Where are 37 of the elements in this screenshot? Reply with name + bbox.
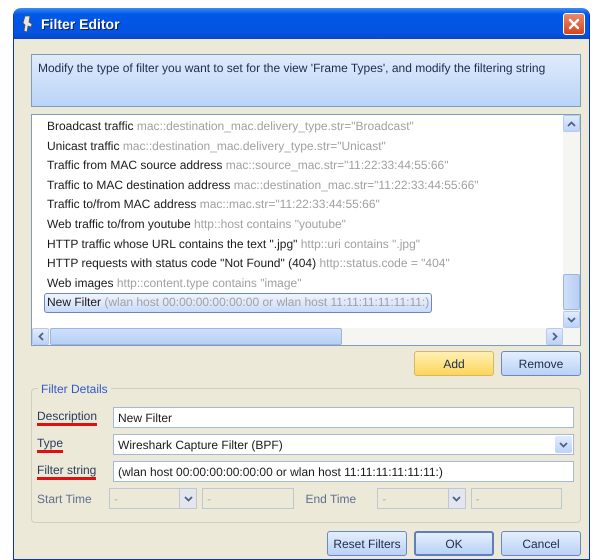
- close-button[interactable]: [563, 12, 585, 34]
- filter-item[interactable]: HTTP traffic whose URL contains the text ".jpg" http::uri contains ".jpg": [44, 234, 423, 254]
- scroll-right-icon[interactable]: [552, 332, 558, 341]
- instructions-panel: Modify the type of filter you want to set for the view 'Frame Types', and modify the filtering string: [31, 54, 581, 107]
- filter-item[interactable]: Traffic to MAC destination address mac::destination_mac.str="11:22:33:44:55:66": [44, 176, 482, 196]
- filter-item[interactable]: Web traffic to/from youtube http::host contains "youtube": [44, 214, 349, 235]
- filter-item[interactable]: New Filter (wlan host 00:00:00:00:00:00 or wlan host 11:11:11:11:11:11:): [44, 293, 432, 313]
- window-title: Filter Editor: [41, 16, 121, 32]
- scroll-thumb[interactable]: [50, 328, 342, 345]
- group-title: Filter Details: [38, 382, 111, 396]
- scroll-left-icon[interactable]: [38, 332, 44, 341]
- scroll-down-icon[interactable]: [567, 316, 576, 322]
- dialog-button[interactable]: Reset Filters: [327, 531, 407, 556]
- list-button[interactable]: Add: [414, 351, 494, 376]
- time-label: Start Time: [37, 492, 93, 506]
- field-label: Filter string: [37, 463, 96, 480]
- scroll-thumb[interactable]: [563, 274, 580, 310]
- list-button[interactable]: Remove: [501, 351, 581, 376]
- time-label: End Time: [306, 492, 358, 506]
- close-icon: [568, 18, 580, 30]
- dialog-button[interactable]: OK: [414, 531, 494, 556]
- input-field[interactable]: (wlan host 00:00:00:00:00:00 or wlan host 11:11:11:11:11:11:): [113, 461, 574, 482]
- field-label: Description: [37, 409, 98, 426]
- input-field[interactable]: New Filter: [113, 407, 574, 428]
- filter-item[interactable]: Traffic from MAC source address mac::source_mac.str="11:22:33:44:55:66": [44, 156, 452, 176]
- horizontal-scrollbar[interactable]: [32, 328, 580, 345]
- type-dropdown[interactable]: Wireshark Capture Filter (BPF): [113, 434, 574, 455]
- scroll-up-icon[interactable]: [567, 120, 576, 126]
- tool-icon: [21, 14, 35, 32]
- filter-item[interactable]: Web images http::content.type contains "image": [44, 274, 304, 294]
- filter-item[interactable]: Broadcast traffic mac::destination_mac.delivery_type.str="Broadcast": [44, 117, 417, 137]
- vertical-scrollbar[interactable]: [563, 115, 580, 328]
- dialog-button[interactable]: Cancel: [501, 531, 581, 556]
- filter-item[interactable]: Traffic to/from MAC address mac::mac.str="11:22:33:44:55:66": [44, 195, 383, 215]
- filter-item[interactable]: HTTP requests with status code "Not Found" (404) http::status.code = "404": [44, 254, 453, 274]
- field-label: Type: [37, 436, 64, 453]
- filter-item[interactable]: Unicast traffic mac::destination_mac.delivery_type.str="Unicast": [44, 136, 389, 156]
